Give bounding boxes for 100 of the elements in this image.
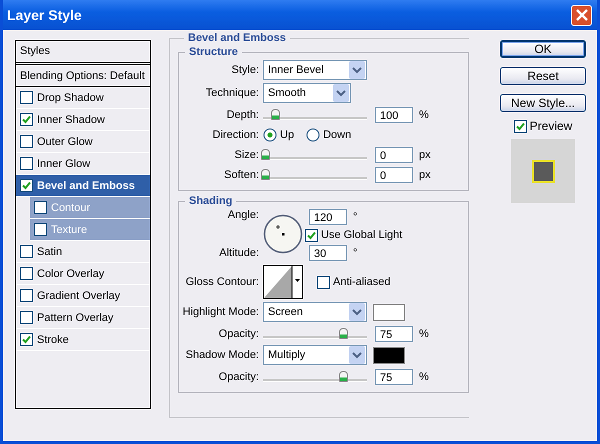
style-label: Inner Shadow xyxy=(37,114,105,126)
unit-label: % xyxy=(419,370,429,382)
input-field[interactable]: 75 xyxy=(375,326,413,342)
style-item[interactable]: Blending Options: Default xyxy=(16,65,150,87)
checkbox-option[interactable]: Use Global Light xyxy=(305,227,402,243)
color-swatch[interactable] xyxy=(373,304,405,320)
checkbox[interactable] xyxy=(20,333,33,346)
radio-option[interactable]: Up xyxy=(263,128,294,142)
field-label: Opacity: xyxy=(218,328,260,340)
checkbox[interactable] xyxy=(20,179,33,192)
checkbox[interactable] xyxy=(20,157,33,170)
checkbox-option[interactable]: Anti-aliased xyxy=(317,276,390,288)
field-label: Depth: xyxy=(226,108,260,120)
style-item[interactable]: Bevel and Emboss xyxy=(16,175,150,197)
unit-label: % xyxy=(419,328,429,340)
checkbox[interactable] xyxy=(20,289,33,302)
chevron-down-icon xyxy=(349,303,365,321)
field-label: Technique: xyxy=(204,87,260,99)
slider-thumb[interactable] xyxy=(261,148,270,160)
field-label: Size: xyxy=(234,148,260,160)
field-label: Style: xyxy=(230,64,260,76)
field-label: Gloss Contour: xyxy=(184,276,260,288)
checkbox[interactable] xyxy=(34,201,47,214)
dialog-button[interactable]: Reset xyxy=(500,67,586,85)
dialog-button[interactable]: OK xyxy=(500,40,586,58)
close-button[interactable] xyxy=(571,4,592,26)
unit-label: ° xyxy=(353,247,358,259)
checkbox[interactable] xyxy=(20,311,33,324)
style-item[interactable]: Gradient Overlay xyxy=(16,285,150,307)
style-item[interactable]: Pattern Overlay xyxy=(16,307,150,329)
radio-option[interactable]: Down xyxy=(306,128,352,142)
field-label: Direction: xyxy=(212,128,260,140)
slider-thumb[interactable] xyxy=(339,328,348,338)
radio-button[interactable] xyxy=(306,128,320,142)
input-field[interactable]: 75 xyxy=(375,368,413,384)
style-item[interactable]: Drop Shadow xyxy=(16,87,150,109)
checkbox-label: Use Global Light xyxy=(321,229,402,241)
unit-label: ° xyxy=(353,211,358,223)
field-label: Shadow Mode: xyxy=(184,349,260,361)
group-title: Structure xyxy=(188,46,239,58)
field-label: Altitude: xyxy=(219,247,259,259)
group-title: Shading xyxy=(188,195,234,207)
checkbox[interactable] xyxy=(20,245,33,258)
window-title: Layer Style xyxy=(7,7,82,23)
slider-thumb[interactable] xyxy=(271,108,280,120)
slider-thumb[interactable] xyxy=(261,168,270,180)
input-field[interactable]: 30 xyxy=(309,245,347,261)
checkbox[interactable] xyxy=(34,223,47,236)
group-title: Bevel and Emboss xyxy=(187,32,287,44)
dropdown[interactable]: Smooth xyxy=(263,83,351,103)
radio-label: Down xyxy=(323,128,352,140)
style-item[interactable]: Color Overlay xyxy=(16,263,150,285)
input-field[interactable]: 0 xyxy=(375,166,413,182)
checkbox[interactable] xyxy=(514,120,527,132)
field-label: Soften: xyxy=(223,168,260,180)
slider-thumb[interactable] xyxy=(339,370,348,382)
color-swatch[interactable] xyxy=(373,346,405,364)
checkbox[interactable] xyxy=(20,113,33,126)
dropdown-value: Smooth xyxy=(268,87,306,99)
list-header: Styles xyxy=(16,41,150,65)
checkbox[interactable] xyxy=(20,91,33,104)
chevron-down-icon xyxy=(333,84,349,102)
dialog-button[interactable]: New Style... xyxy=(500,94,586,112)
dropdown[interactable]: Inner Bevel xyxy=(263,60,367,80)
chevron-down-icon xyxy=(349,61,365,79)
close-icon xyxy=(576,9,588,21)
style-label: Texture xyxy=(51,224,88,236)
checkbox[interactable] xyxy=(317,276,330,288)
checkbox-option[interactable]: Preview xyxy=(514,119,572,133)
style-label: Drop Shadow xyxy=(37,92,104,104)
style-item[interactable]: Outer Glow xyxy=(16,131,150,153)
input-field[interactable]: 100 xyxy=(375,106,413,122)
unit-label: % xyxy=(419,108,429,120)
unit-label: px xyxy=(419,148,431,160)
input-field[interactable]: 0 xyxy=(375,146,413,162)
radio-label: Up xyxy=(280,128,294,140)
angle-dial[interactable] xyxy=(263,214,303,254)
style-label: Gradient Overlay xyxy=(37,290,120,302)
style-label: Stroke xyxy=(37,334,69,346)
preview-square xyxy=(532,160,554,182)
style-label: Color Overlay xyxy=(37,268,104,280)
checkbox[interactable] xyxy=(20,267,33,280)
style-label: Outer Glow xyxy=(37,136,93,148)
dropdown[interactable]: Screen xyxy=(263,302,367,322)
input-field[interactable]: 120 xyxy=(309,209,347,225)
field-label: Highlight Mode: xyxy=(182,306,260,318)
dropdown[interactable]: Multiply xyxy=(263,345,367,365)
dropdown-value: Screen xyxy=(268,306,303,318)
style-item[interactable]: Satin xyxy=(16,241,150,263)
checkbox[interactable] xyxy=(20,135,33,148)
checkbox[interactable] xyxy=(305,228,318,242)
style-item[interactable]: Stroke xyxy=(16,329,150,351)
style-item[interactable]: Inner Shadow xyxy=(16,109,150,131)
contour-picker[interactable] xyxy=(263,265,303,299)
radio-button[interactable] xyxy=(263,128,277,142)
unit-label: px xyxy=(419,168,431,180)
checkbox-label: Preview xyxy=(530,119,572,133)
dropdown-value: Multiply xyxy=(268,349,306,361)
style-label: Pattern Overlay xyxy=(37,312,114,324)
field-label: Opacity: xyxy=(218,370,260,382)
